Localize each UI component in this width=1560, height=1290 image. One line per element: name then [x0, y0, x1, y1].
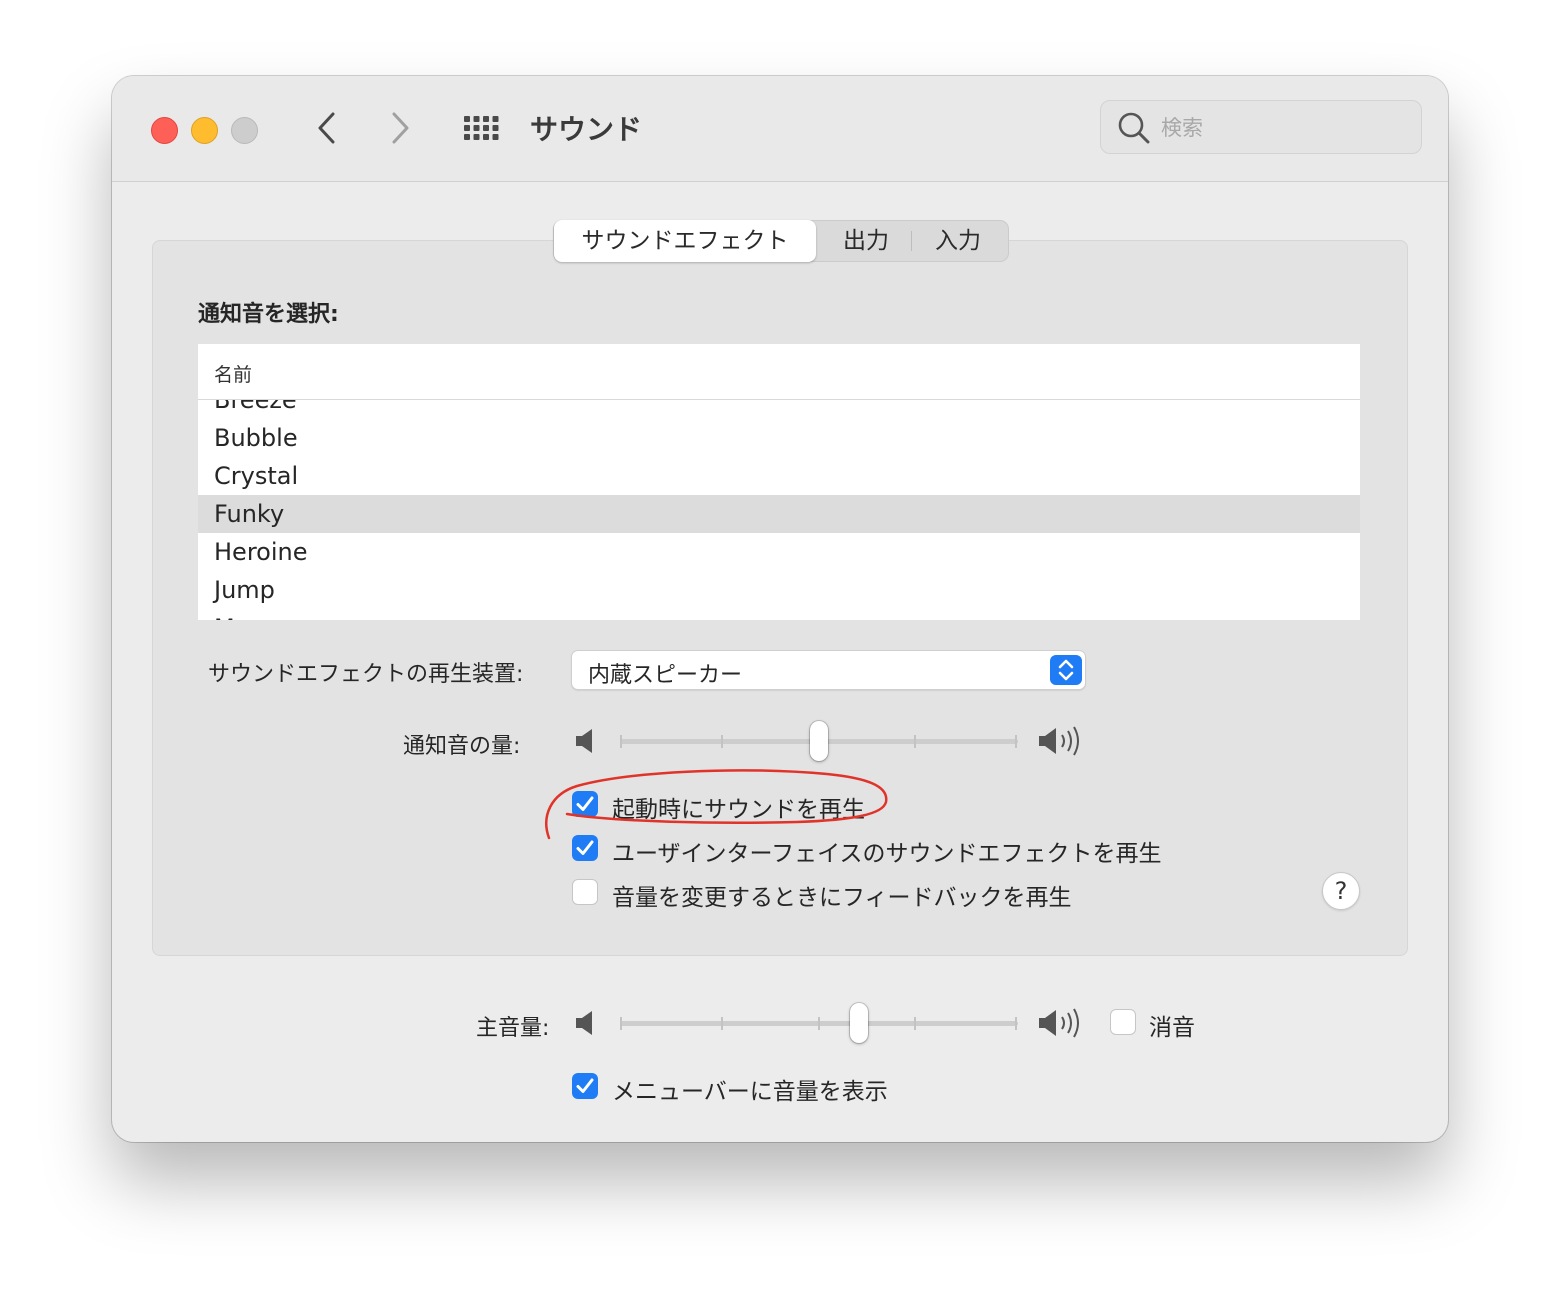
- speaker-low-icon: [576, 1011, 592, 1035]
- grid-icon: [464, 116, 499, 140]
- slider-tick: [620, 735, 622, 748]
- output-device-label: サウンドエフェクトの再生装置:: [208, 662, 524, 687]
- slider-tick: [1015, 1017, 1017, 1030]
- checkmark-icon: [576, 1078, 594, 1093]
- back-icon: [318, 112, 335, 144]
- list-header: 名前: [198, 344, 1360, 400]
- output-volume-slider[interactable]: [620, 1003, 1018, 1043]
- system-preferences-window: サウンド サウンドエフェクト 出力 入力 通知音を選択: 名前 Breeze B…: [112, 76, 1448, 1142]
- volume-feedback-checkbox[interactable]: [572, 879, 598, 905]
- alert-sound-label: 通知音を選択:: [198, 302, 339, 327]
- list-rows: Breeze Bubble Crystal Funky Heroine Jump…: [198, 381, 1360, 620]
- slider-tick: [914, 735, 916, 748]
- stepper-icon: [1050, 655, 1082, 685]
- zoom-button[interactable]: [231, 117, 258, 144]
- list-item[interactable]: Bubble: [198, 419, 1360, 457]
- search-field[interactable]: [1100, 100, 1422, 154]
- list-item[interactable]: Crystal: [198, 457, 1360, 495]
- close-button[interactable]: [151, 117, 178, 144]
- slider-tick: [818, 1017, 820, 1030]
- mute-label: 消音: [1149, 1015, 1195, 1041]
- tab-input[interactable]: 入力: [916, 221, 1000, 261]
- search-icon: [1118, 112, 1150, 144]
- slider-tick: [721, 735, 723, 748]
- forward-button[interactable]: [385, 110, 415, 146]
- tab-sound-effects[interactable]: サウンドエフェクト: [554, 220, 816, 262]
- slider-tick: [721, 1017, 723, 1030]
- tab-output[interactable]: 出力: [824, 221, 908, 261]
- output-volume-label: 主音量:: [476, 1016, 550, 1041]
- show-volume-in-menubar-checkbox[interactable]: [572, 1073, 598, 1099]
- speaker-low-icon: [576, 729, 592, 753]
- slider-tick: [620, 1017, 622, 1030]
- output-device-value: 内蔵スピーカー: [588, 663, 743, 688]
- window-title: サウンド: [530, 113, 643, 146]
- slider-knob[interactable]: [810, 721, 828, 761]
- speaker-high-icon: [1039, 726, 1079, 756]
- alert-volume-label: 通知音の量:: [403, 734, 521, 759]
- alert-sound-list[interactable]: 名前 Breeze Bubble Crystal Funky Heroine J…: [198, 344, 1360, 620]
- tab-divider: [911, 231, 912, 251]
- list-item[interactable]: Heroine: [198, 533, 1360, 571]
- show-volume-in-menubar-label: メニューバーに音量を表示: [612, 1079, 888, 1105]
- minimize-button[interactable]: [191, 117, 218, 144]
- red-annotation-circle: [545, 769, 888, 840]
- column-header-name: 名前: [214, 364, 253, 386]
- help-button[interactable]: ?: [1322, 872, 1360, 910]
- mute-checkbox[interactable]: [1110, 1009, 1136, 1035]
- output-device-select[interactable]: 内蔵スピーカー: [571, 650, 1086, 690]
- show-all-button[interactable]: [462, 114, 502, 142]
- list-item-selected[interactable]: Funky: [198, 495, 1360, 533]
- back-button[interactable]: [312, 110, 342, 146]
- list-item[interactable]: Morse: [198, 609, 1360, 620]
- slider-knob[interactable]: [849, 1003, 868, 1043]
- slider-tick: [914, 1017, 916, 1030]
- volume-feedback-label: 音量を変更するときにフィードバックを再生: [612, 885, 1072, 911]
- slider-tick: [1015, 735, 1017, 748]
- forward-icon: [392, 112, 409, 144]
- list-item[interactable]: Jump: [198, 571, 1360, 609]
- search-input[interactable]: [1159, 111, 1403, 145]
- tab-bar: サウンドエフェクト 出力 入力: [553, 220, 1009, 262]
- title-bar: サウンド: [112, 76, 1448, 182]
- alert-volume-slider[interactable]: [620, 721, 1018, 761]
- speaker-high-icon: [1039, 1008, 1079, 1038]
